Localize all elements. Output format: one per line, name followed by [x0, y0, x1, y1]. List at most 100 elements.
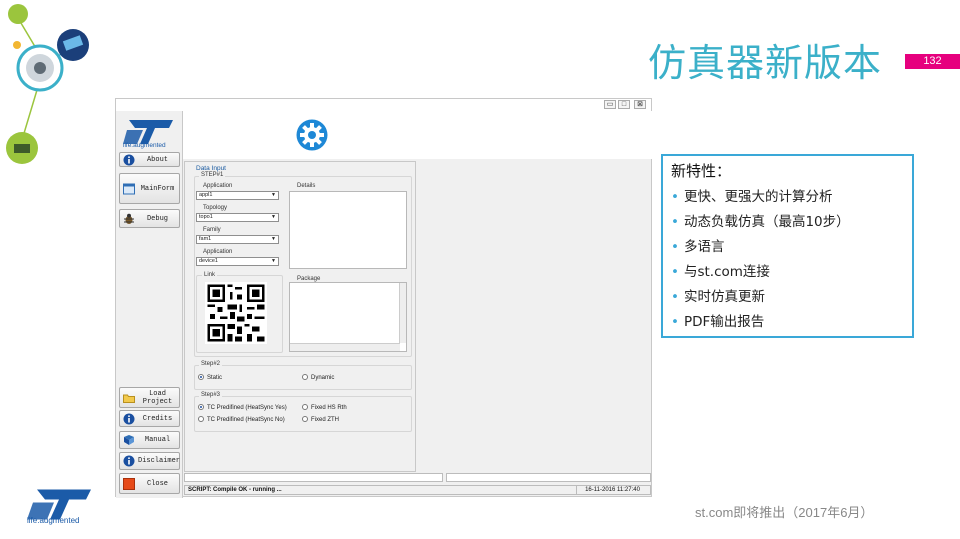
details-label: Details — [297, 183, 316, 189]
maximize-button[interactable]: □ — [618, 100, 630, 109]
bullet-icon: • — [671, 264, 679, 280]
radio-checked-icon — [198, 404, 204, 410]
feature-item: • PDF输出报告 — [671, 310, 904, 335]
radio-unchecked-icon — [198, 416, 204, 422]
folder-icon — [123, 394, 135, 403]
disclaimer-label: Disclaimer — [138, 457, 181, 465]
footer-note: st.com即将推出（2017年6月） — [695, 505, 874, 520]
topology-label: Topology — [203, 205, 228, 211]
dynamic-radio[interactable]: Dynamic — [302, 374, 334, 381]
about-label: About — [146, 155, 168, 164]
family-value: fam1 — [199, 236, 212, 242]
close-button[interactable]: Close — [119, 473, 180, 494]
radio-unchecked-icon — [302, 374, 308, 380]
progress-bar-left — [184, 473, 443, 482]
static-label: Static — [207, 375, 223, 381]
data-input-panel: Data Input STEP#1 Application appl1 ▼ Top… — [184, 161, 416, 472]
close-window-button[interactable]: ⊠ — [634, 100, 646, 109]
decorative-network-graphic — [6, 4, 89, 164]
radio-unchecked-icon — [302, 404, 308, 410]
feature-item: • 实时仿真更新 — [671, 285, 904, 310]
tc-no-radio[interactable]: TC Predifined (HeatSync No) — [198, 416, 285, 423]
bug-icon — [124, 213, 134, 224]
slide-title: 仿真器新版本 — [648, 41, 883, 85]
tc-yes-radio[interactable]: TC Predifined (HeatSync Yes) — [198, 404, 287, 411]
feature-item: • 更快、更强大的计算分析 — [671, 185, 904, 210]
data-input-title: Data Input — [196, 165, 226, 172]
manual-button[interactable]: Manual — [119, 431, 180, 449]
static-radio[interactable]: Static — [198, 374, 222, 381]
info-icon — [123, 413, 135, 424]
load-project-button[interactable]: Load Project — [119, 387, 180, 408]
window-titlebar: ▭ □ ⊠ — [116, 99, 651, 111]
vertical-scrollbar[interactable] — [399, 283, 406, 343]
link-label: Link — [202, 272, 218, 278]
close-square-icon — [123, 477, 135, 490]
chevron-down-icon: ▼ — [271, 258, 276, 264]
minimize-button[interactable]: ▭ — [604, 100, 616, 109]
feature-text: 实时仿真更新 — [683, 289, 765, 305]
info-icon — [123, 154, 135, 165]
qr-code-icon[interactable] — [205, 282, 267, 344]
dynamic-label: Dynamic — [311, 375, 335, 381]
radio-checked-icon — [198, 374, 204, 380]
device-select[interactable]: device1 ▼ — [196, 257, 279, 266]
slide-logo-text: life.augmented — [27, 516, 80, 525]
gear-icon — [296, 119, 328, 151]
family-select[interactable]: fam1 ▼ — [196, 235, 279, 244]
step1-label: STEP#1 — [199, 172, 226, 178]
feature-text: 动态负载仿真（最高10步） — [683, 214, 850, 230]
package-box[interactable] — [289, 282, 407, 352]
feature-item: • 与st.com连接 — [671, 260, 904, 285]
fixed-hs-radio[interactable]: Fixed HS Rth — [302, 404, 347, 411]
chevron-down-icon: ▼ — [271, 192, 276, 198]
close-label: Close — [146, 479, 168, 488]
application-select[interactable]: appl1 ▼ — [196, 191, 279, 200]
feature-title: 新特性： — [671, 162, 732, 180]
credits-button[interactable]: Credits — [119, 410, 180, 427]
fixed-hs-label: Fixed HS Rth — [311, 405, 347, 411]
debug-label: Debug — [146, 214, 168, 223]
fixed-zth-radio[interactable]: Fixed ZTH — [302, 416, 339, 423]
feature-text: 与st.com连接 — [683, 264, 770, 280]
device-value: device1 — [199, 258, 218, 264]
page-number: 132 — [905, 54, 960, 69]
app-logo-text: life.augmented — [123, 142, 166, 149]
feature-text: 多语言 — [683, 239, 725, 255]
bullet-icon: • — [671, 214, 679, 230]
tc-yes-label: TC Predifined (HeatSync Yes) — [207, 405, 287, 411]
disclaimer-button[interactable]: Disclaimer — [119, 452, 180, 470]
results-area — [418, 161, 651, 472]
fixed-zth-label: Fixed ZTH — [311, 417, 340, 423]
feature-item: • 动态负载仿真（最高10步） — [671, 210, 904, 235]
book-icon — [124, 435, 134, 445]
bullet-icon: • — [671, 289, 679, 305]
mainform-label: MainForm — [140, 184, 175, 193]
bullet-icon: • — [671, 189, 679, 205]
horizontal-scrollbar[interactable] — [290, 343, 400, 351]
chevron-down-icon: ▼ — [271, 214, 276, 220]
debug-button[interactable]: Debug — [119, 209, 180, 228]
step3-label: Step#3 — [199, 392, 223, 398]
load-project-label: Load Project — [142, 389, 173, 406]
step2-label: Step#2 — [199, 361, 223, 367]
step3-group: Step#3 — [194, 392, 412, 432]
info-icon — [123, 455, 135, 467]
about-button[interactable]: About — [119, 152, 180, 167]
mainform-button[interactable]: MainForm — [119, 173, 180, 204]
details-box[interactable] — [289, 191, 407, 269]
status-text: SCRIPT: Compile OK - running ... — [188, 487, 282, 493]
application2-label: Application — [203, 249, 233, 255]
topology-value: topo1 — [199, 214, 213, 220]
topology-select[interactable]: topo1 ▼ — [196, 213, 279, 222]
progress-bar-right — [446, 473, 651, 482]
bullet-icon: • — [671, 314, 679, 330]
bullet-icon: • — [671, 239, 679, 255]
window-icon — [123, 183, 135, 194]
application-value: appl1 — [199, 192, 213, 198]
radio-unchecked-icon — [302, 416, 308, 422]
manual-label: Manual — [144, 436, 171, 444]
credits-label: Credits — [142, 414, 173, 423]
feature-text: 更快、更强大的计算分析 — [683, 189, 833, 205]
status-timestamp: 16-11-2016 11:27:40 — [576, 486, 648, 494]
